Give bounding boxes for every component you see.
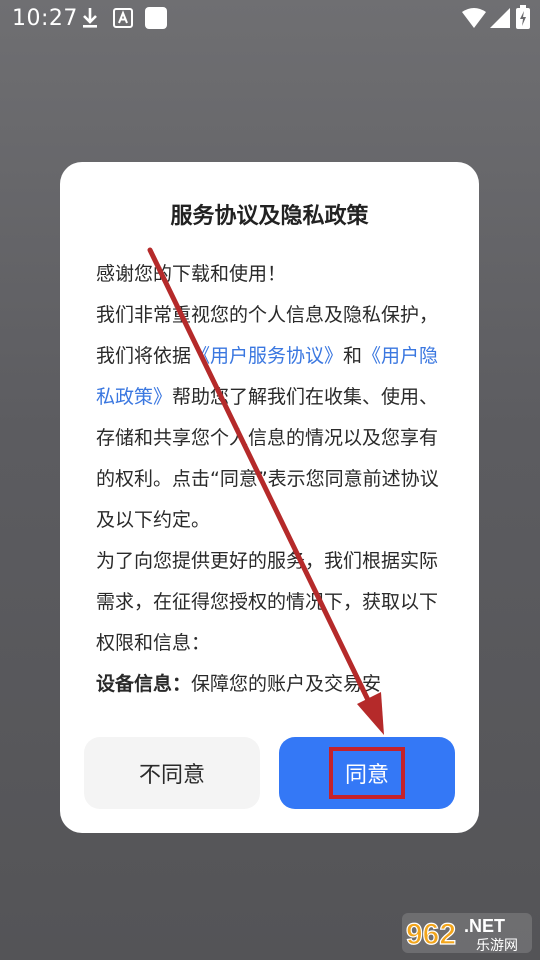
device-info-text: 保障您的账户及交易安 [191, 673, 382, 695]
signal-icon [490, 8, 510, 28]
watermark-site: 乐游网 [476, 938, 518, 954]
disagree-label: 不同意 [138, 762, 205, 787]
dialog-title: 服务协议及隐私政策 [170, 204, 369, 229]
status-time: 10:27 [12, 6, 78, 31]
watermark-net: .NET [464, 916, 505, 936]
download-icon [83, 8, 97, 28]
watermark-logo: 962 .NET 乐游网 [400, 910, 534, 956]
disagree-button[interactable]: 不同意 [84, 737, 260, 809]
wifi-icon [462, 8, 486, 28]
agree-label: 同意 [328, 747, 405, 799]
greeting-text: 感谢您的下载和使用！ [96, 263, 287, 285]
status-bar: 10:27 [0, 0, 540, 36]
user-service-agreement-link[interactable]: 《用户服务协议》 [191, 345, 343, 367]
a-icon [113, 8, 133, 28]
privacy-dialog: 服务协议及隐私政策 感谢您的下载和使用！ 我们非常重视您的个人信息及隐私保护，我… [60, 162, 479, 833]
and-text: 和 [343, 345, 363, 367]
intro-paragraph: 我们非常重视您的个人信息及隐私保护，我们将依据《用户服务协议》和《用户隐私政策》… [96, 295, 446, 541]
permission-paragraph: 为了向您提供更好的服务，我们根据实际需求，在征得您授权的情况下，获取以下权限和信… [96, 550, 439, 654]
agree-button[interactable]: 同意 [279, 737, 455, 809]
device-info-paragraph: 设备信息：保障您的账户及交易安 [96, 664, 446, 700]
device-info-heading: 设备信息： [96, 673, 192, 695]
watermark-number: 962 [406, 918, 456, 951]
dialog-body[interactable]: 感谢您的下载和使用！ 我们非常重视您的个人信息及隐私保护，我们将依据《用户服务协… [96, 254, 446, 700]
battery-icon [516, 5, 530, 29]
square-icon [145, 7, 167, 29]
